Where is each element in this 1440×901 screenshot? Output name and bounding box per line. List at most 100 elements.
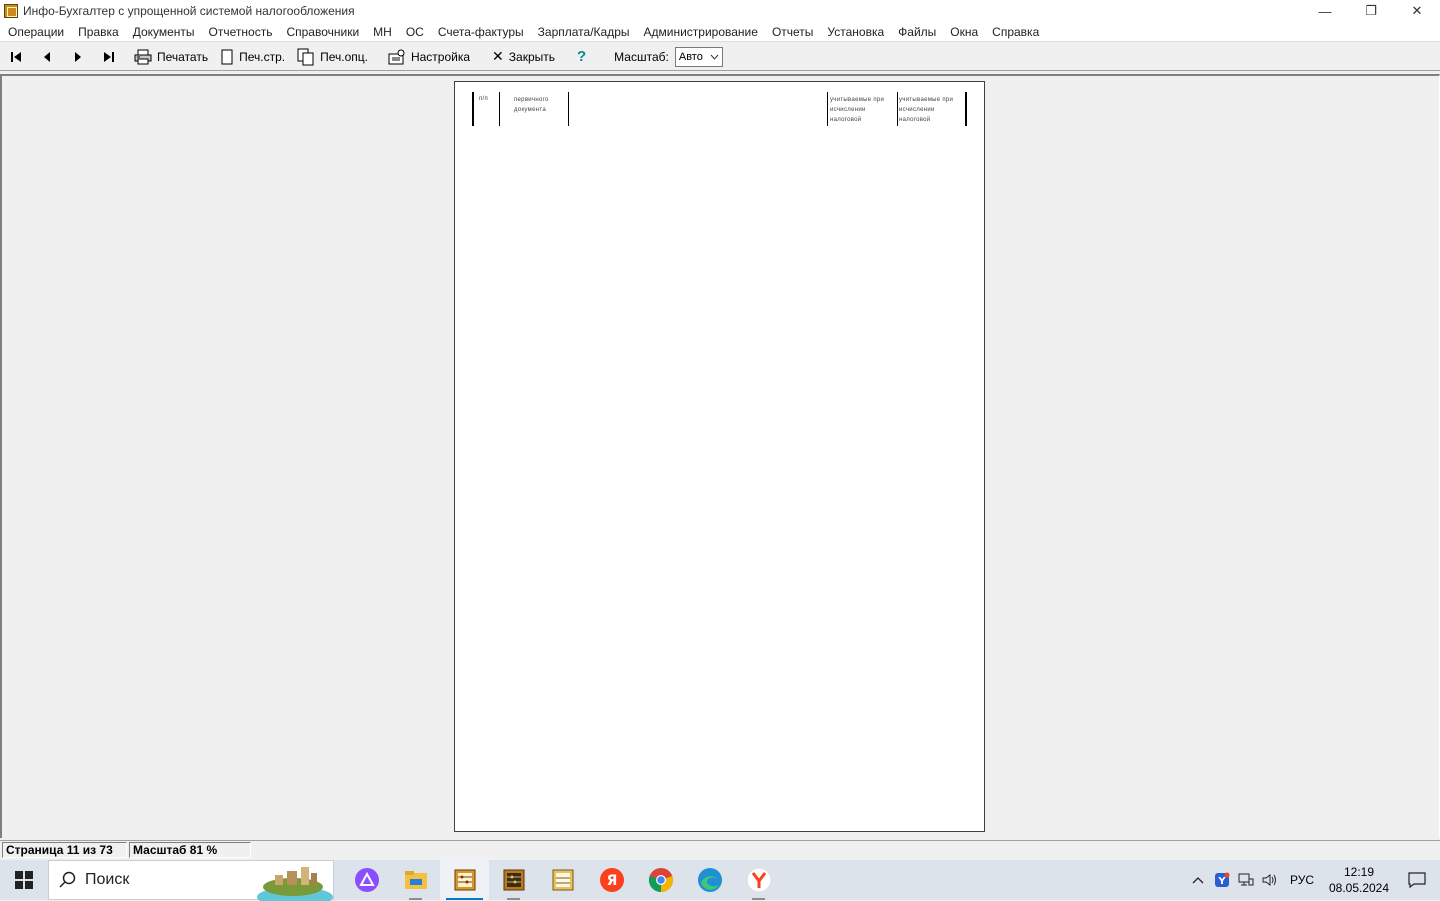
search-highlight-image — [253, 861, 333, 901]
menu-operations[interactable]: Операции — [1, 25, 71, 39]
close-preview-label: Закрыть — [508, 49, 555, 64]
menu-edit[interactable]: Правка — [71, 25, 126, 39]
search-icon — [59, 871, 76, 888]
print-options-button[interactable]: Печ.опц. — [291, 45, 374, 69]
table-border — [965, 92, 967, 126]
notification-center-button[interactable] — [1394, 860, 1440, 900]
last-page-icon — [103, 51, 114, 62]
taskbar-info-buhgalter-active[interactable] — [440, 860, 489, 900]
pages-icon — [297, 48, 315, 66]
close-window-button[interactable]: ✕ — [1394, 0, 1440, 22]
edge-icon — [697, 868, 722, 892]
taskbar: Поиск Я Y РУС 12:19 08.05.2024 — [0, 860, 1440, 901]
preview-toolbar: Печатать Печ.стр. Печ.опц. Настройка ✕ З… — [0, 43, 1440, 71]
print-label: Печатать — [157, 49, 209, 64]
table-border — [897, 92, 898, 126]
scale-value: Авто — [678, 50, 703, 63]
menu-os[interactable]: ОС — [399, 25, 431, 39]
table-border — [472, 92, 474, 126]
print-page-label: Печ.стр. — [239, 49, 286, 64]
menu-bar: Операции Правка Документы Отчетность Спр… — [0, 22, 1440, 42]
yandex-browser-icon — [746, 867, 771, 893]
svg-text:Я: Я — [606, 873, 617, 889]
next-page-button[interactable] — [62, 45, 93, 69]
alice-icon — [354, 868, 379, 892]
notification-icon — [1408, 872, 1426, 888]
yandex-icon: Я — [599, 868, 624, 892]
taskbar-info-buhgalter-3[interactable] — [538, 860, 587, 900]
menu-reports[interactable]: Отчеты — [765, 25, 820, 39]
status-scale: Масштаб 81 % — [129, 842, 251, 858]
menu-payroll[interactable]: Зарплата/Кадры — [531, 25, 637, 39]
close-preview-button[interactable]: ✕ Закрыть — [486, 45, 561, 69]
settings-label: Настройка — [410, 49, 471, 64]
col-b-header-2: исчислении — [899, 107, 935, 113]
yandex-disk-tray-icon[interactable]: Y — [1210, 860, 1234, 900]
prev-page-button[interactable] — [31, 45, 62, 69]
search-placeholder: Поиск — [85, 871, 130, 888]
taskbar-info-buhgalter-2[interactable] — [489, 860, 538, 900]
settings-icon — [388, 49, 406, 65]
taskbar-edge[interactable] — [685, 860, 734, 900]
col-a-header-3: налоговой — [830, 117, 862, 123]
system-tray: Y РУС 12:19 08.05.2024 — [1186, 860, 1440, 900]
page-icon — [220, 49, 234, 65]
chrome-icon — [648, 868, 673, 893]
clock[interactable]: 12:19 08.05.2024 — [1324, 864, 1394, 896]
col-b-header-3: налоговой — [899, 117, 931, 123]
status-page: Страница 11 из 73 — [2, 842, 127, 858]
first-page-icon — [10, 51, 21, 62]
taskbar-explorer[interactable] — [391, 860, 440, 900]
col-doc-header-1: первичного — [514, 97, 549, 103]
restore-button[interactable]: ❐ — [1348, 0, 1394, 22]
menu-documents[interactable]: Документы — [126, 25, 202, 39]
table-border — [568, 92, 569, 126]
printer-icon — [134, 49, 152, 65]
title-bar: Инфо-Бухгалтер с упрощенной системой нал… — [0, 0, 1440, 22]
table-border — [499, 92, 500, 126]
print-button[interactable]: Печатать — [128, 45, 214, 69]
menu-directories[interactable]: Справочники — [279, 25, 366, 39]
language-indicator[interactable]: РУС — [1290, 873, 1314, 887]
status-bar: Страница 11 из 73 Масштаб 81 % — [0, 840, 1440, 859]
prev-page-icon — [43, 51, 50, 62]
start-button[interactable] — [0, 860, 48, 900]
menu-windows[interactable]: Окна — [943, 25, 985, 39]
menu-help[interactable]: Справка — [985, 25, 1046, 39]
print-page-button[interactable]: Печ.стр. — [214, 45, 291, 69]
help-button[interactable]: ? — [571, 45, 592, 69]
taskbar-alice[interactable] — [342, 860, 391, 900]
windows-icon — [15, 871, 33, 889]
clock-date: 08.05.2024 — [1328, 881, 1390, 895]
col-number-header: п/п — [479, 96, 489, 102]
abacus-icon — [552, 869, 573, 891]
preview-page[interactable]: п/п первичного документа учитываемые при… — [454, 81, 985, 832]
last-page-button[interactable] — [93, 45, 124, 69]
abacus-icon — [503, 869, 524, 891]
print-options-label: Печ.опц. — [320, 49, 368, 64]
taskbar-chrome[interactable] — [636, 860, 685, 900]
settings-button[interactable]: Настройка — [382, 45, 476, 69]
minimize-button[interactable]: — — [1302, 0, 1348, 22]
folder-icon — [404, 871, 427, 889]
taskbar-yandex[interactable]: Я — [587, 860, 636, 900]
menu-setup[interactable]: Установка — [820, 25, 891, 39]
abacus-icon — [454, 869, 475, 891]
first-page-button[interactable] — [0, 45, 31, 69]
menu-mn[interactable]: МН — [366, 25, 399, 39]
col-b-header-1: учитываемые при — [899, 97, 954, 103]
col-doc-header-2: документа — [514, 107, 546, 113]
window-controls: — ❐ ✕ — [1302, 0, 1440, 22]
network-icon[interactable] — [1234, 860, 1258, 900]
scale-select[interactable]: Авто — [674, 46, 723, 67]
volume-icon[interactable] — [1258, 860, 1282, 900]
taskbar-search[interactable]: Поиск — [48, 860, 334, 901]
col-a-header-2: исчислении — [830, 107, 866, 113]
menu-invoices[interactable]: Счета-фактуры — [431, 25, 531, 39]
menu-administration[interactable]: Администрирование — [637, 25, 765, 39]
chevron-up-icon[interactable] — [1186, 860, 1210, 900]
taskbar-yandex-browser[interactable] — [734, 860, 783, 900]
menu-reporting[interactable]: Отчетность — [202, 25, 280, 39]
table-border — [827, 92, 828, 126]
menu-files[interactable]: Файлы — [891, 25, 943, 39]
